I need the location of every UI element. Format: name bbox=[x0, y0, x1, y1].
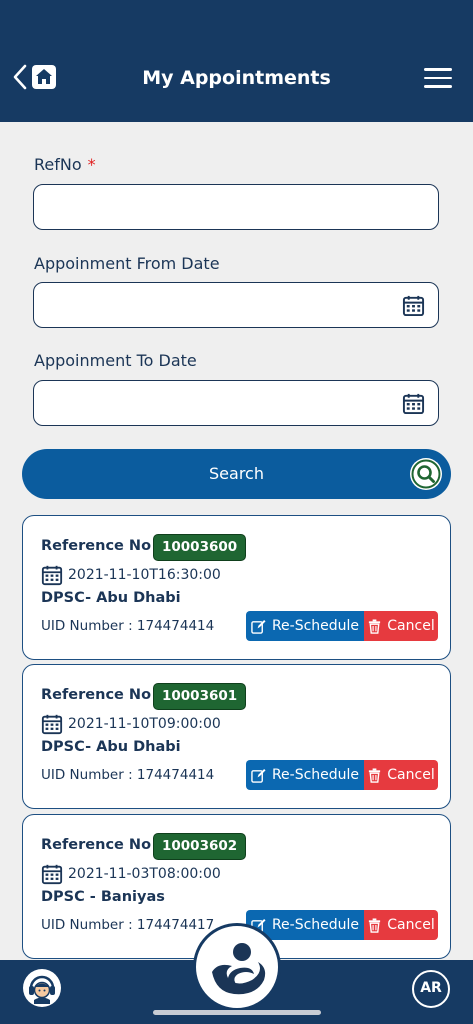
reschedule-label: Re-Schedule bbox=[271, 767, 360, 783]
cancel-button[interactable]: Cancel bbox=[364, 611, 438, 641]
trash-icon bbox=[369, 767, 381, 783]
refno-input[interactable] bbox=[34, 185, 438, 229]
trash-icon bbox=[369, 618, 381, 634]
reference-label: Reference No bbox=[41, 837, 152, 853]
edit-icon bbox=[251, 768, 266, 783]
from-date-field-container bbox=[33, 282, 439, 328]
calendar-icon bbox=[41, 864, 63, 885]
search-icon bbox=[410, 458, 442, 490]
calendar-icon[interactable] bbox=[402, 392, 425, 415]
hamburger-menu-icon bbox=[424, 68, 452, 71]
service-center-name: DPSC - Baniyas bbox=[41, 889, 165, 905]
calendar-icon bbox=[41, 565, 63, 586]
appointment-card: Reference No 10003600 2021-11-10T16:30:0… bbox=[22, 515, 451, 660]
cancel-button[interactable]: Cancel bbox=[364, 760, 438, 790]
language-toggle-button[interactable]: AR bbox=[412, 970, 450, 1008]
uid-number: UID Number : 174474414 bbox=[41, 618, 215, 634]
app-header: My Appointments bbox=[0, 0, 473, 122]
uid-number: UID Number : 174474414 bbox=[41, 767, 215, 783]
reference-number-badge: 10003600 bbox=[153, 534, 247, 561]
reschedule-button[interactable]: Re-Schedule bbox=[246, 611, 364, 641]
page-title: My Appointments bbox=[142, 67, 331, 89]
calendar-icon bbox=[41, 714, 63, 735]
appointment-date: 2021-11-03T08:00:00 bbox=[41, 863, 221, 885]
appointment-datetime: 2021-11-10T09:00:00 bbox=[68, 716, 221, 732]
from-date-label: Appoinment From Date bbox=[34, 254, 220, 273]
cancel-button[interactable]: Cancel bbox=[364, 910, 438, 940]
support-agent-icon[interactable] bbox=[22, 968, 62, 1008]
to-date-label: Appoinment To Date bbox=[34, 351, 197, 370]
cancel-label: Cancel bbox=[387, 767, 435, 783]
search-button[interactable]: Search bbox=[22, 449, 451, 499]
reference-number-badge: 10003602 bbox=[153, 833, 247, 860]
from-date-input[interactable] bbox=[34, 283, 438, 327]
calendar-icon[interactable] bbox=[402, 294, 425, 317]
reschedule-button[interactable]: Re-Schedule bbox=[246, 760, 364, 790]
reference-label: Reference No bbox=[41, 538, 152, 554]
edit-icon bbox=[251, 619, 266, 634]
card-actions: Re-Schedule Cancel bbox=[246, 611, 438, 641]
uid-number: UID Number : 174474417 bbox=[41, 917, 215, 933]
reschedule-label: Re-Schedule bbox=[271, 917, 360, 933]
home-indicator bbox=[153, 1010, 321, 1015]
refno-label: RefNo * bbox=[34, 155, 96, 174]
service-center-name: DPSC- Abu Dhabi bbox=[41, 739, 181, 755]
appointment-datetime: 2021-11-03T08:00:00 bbox=[68, 866, 221, 882]
reschedule-label: Re-Schedule bbox=[271, 618, 360, 634]
menu-button[interactable] bbox=[424, 68, 452, 90]
appointment-card: Reference No 10003601 2021-11-10T09:00:0… bbox=[22, 664, 451, 809]
refno-field-container bbox=[33, 184, 439, 230]
card-actions: Re-Schedule Cancel bbox=[246, 760, 438, 790]
cancel-label: Cancel bbox=[387, 618, 435, 634]
app-logo-icon bbox=[212, 943, 266, 995]
cancel-label: Cancel bbox=[387, 917, 435, 933]
appointment-date: 2021-11-10T09:00:00 bbox=[41, 713, 221, 735]
appointment-datetime: 2021-11-10T16:30:00 bbox=[68, 567, 221, 583]
reference-number-badge: 10003601 bbox=[153, 683, 247, 710]
appointment-date: 2021-11-10T16:30:00 bbox=[41, 564, 221, 586]
service-center-name: DPSC- Abu Dhabi bbox=[41, 590, 181, 606]
required-mark: * bbox=[87, 155, 96, 174]
to-date-input[interactable] bbox=[34, 381, 438, 425]
card-actions: Re-Schedule Cancel bbox=[246, 910, 438, 940]
home-logo-button[interactable] bbox=[193, 923, 281, 1011]
to-date-field-container bbox=[33, 380, 439, 426]
search-button-label: Search bbox=[209, 464, 264, 483]
trash-icon bbox=[369, 917, 381, 933]
reference-label: Reference No bbox=[41, 687, 152, 703]
